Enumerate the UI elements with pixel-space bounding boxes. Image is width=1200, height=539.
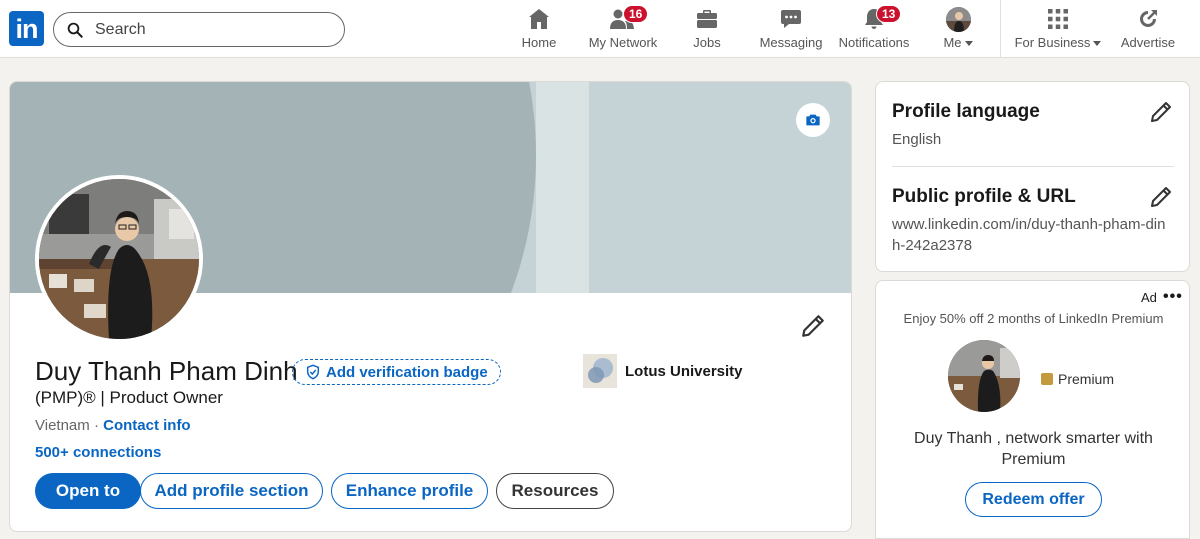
search-icon xyxy=(67,22,83,38)
nav-messaging-label: Messaging xyxy=(759,35,823,50)
public-profile-url[interactable]: www.linkedin.com/in/duy-thanh-pham-dinh-… xyxy=(892,214,1172,256)
profile-headline: (PMP)® | Product Owner xyxy=(35,388,223,407)
contact-info-link[interactable]: Contact info xyxy=(103,417,191,434)
public-profile-title: Public profile & URL xyxy=(892,186,1076,207)
ad-menu-button[interactable]: ••• xyxy=(1163,288,1183,306)
profile-settings-card: Profile language English Public profile … xyxy=(875,81,1190,272)
messaging-icon xyxy=(781,10,801,28)
banner-stripe xyxy=(536,82,589,293)
open-to-button[interactable]: Open to xyxy=(35,473,141,509)
nav-advertise-label: Advertise xyxy=(1120,35,1176,50)
nav-jobs[interactable]: Jobs xyxy=(686,6,728,54)
nav-divider xyxy=(1000,0,1001,57)
search-bar[interactable] xyxy=(53,12,345,47)
camera-icon xyxy=(806,114,820,126)
add-verification-badge-button[interactable]: Add verification badge xyxy=(292,359,501,385)
nav-messaging[interactable]: Messaging xyxy=(757,6,825,54)
profile-location: Vietnam xyxy=(35,417,90,434)
nav-notifications[interactable]: 13 Notifications xyxy=(834,5,914,54)
enhance-profile-button[interactable]: Enhance profile xyxy=(331,473,488,509)
settings-divider xyxy=(892,166,1174,167)
profile-language-value: English xyxy=(892,131,942,148)
profile-location-row: Vietnam · Contact info xyxy=(35,417,191,434)
education-name: Lotus University xyxy=(625,362,743,380)
nav-notifications-label: Notifications xyxy=(838,35,910,50)
profile-photo[interactable] xyxy=(35,175,203,343)
home-icon xyxy=(529,9,549,29)
nav-for-business-label: For Business xyxy=(1014,35,1091,50)
advertise-icon xyxy=(1140,10,1157,27)
edit-url-pencil-icon[interactable] xyxy=(1149,185,1173,209)
redeem-offer-button[interactable]: Redeem offer xyxy=(965,482,1102,517)
chevron-down-icon xyxy=(964,41,973,47)
search-input[interactable] xyxy=(95,19,325,41)
shield-check-icon xyxy=(306,364,320,380)
premium-ad-card: Ad ••• Enjoy 50% off 2 months of LinkedI… xyxy=(875,280,1190,539)
nav-me-label: Me xyxy=(943,35,962,50)
ad-label: Ad xyxy=(1141,290,1157,305)
nav-for-business[interactable]: For Business xyxy=(1011,6,1105,54)
me-avatar xyxy=(945,6,971,32)
university-logo xyxy=(583,354,617,388)
nav-jobs-label: Jobs xyxy=(693,35,721,50)
premium-icon xyxy=(1041,373,1053,385)
edit-banner-button[interactable] xyxy=(796,103,830,137)
resources-button[interactable]: Resources xyxy=(496,473,614,509)
network-badge: 16 xyxy=(623,5,649,23)
premium-label: Premium xyxy=(1058,371,1115,387)
ad-promo-text: Enjoy 50% off 2 months of LinkedIn Premi… xyxy=(903,311,1164,326)
chevron-down-icon xyxy=(1093,41,1102,47)
nav-me[interactable]: Me xyxy=(937,6,979,54)
nav-my-network-label: My Network xyxy=(588,35,658,50)
add-profile-section-button[interactable]: Add profile section xyxy=(140,473,323,509)
ad-profile-photo xyxy=(948,340,1020,412)
education-entry[interactable]: Lotus University xyxy=(583,354,743,388)
briefcase-icon xyxy=(697,10,717,28)
connections-link[interactable]: 500+ connections xyxy=(35,444,161,461)
nav-advertise[interactable]: Advertise xyxy=(1118,6,1178,54)
profile-card: Duy Thanh Pham Dinh Add verification bad… xyxy=(9,81,852,532)
nav-my-network[interactable]: 16 My Network xyxy=(585,5,661,54)
location-separator: · xyxy=(93,417,99,434)
profile-name: Duy Thanh Pham Dinh xyxy=(35,356,298,386)
premium-badge: Premium xyxy=(1041,371,1114,387)
grid-icon xyxy=(1048,9,1068,29)
profile-language-title: Profile language xyxy=(892,101,1040,122)
top-navigation: in Home 16 My Network Jobs Messaging 13 … xyxy=(0,0,1200,58)
nav-home[interactable]: Home xyxy=(516,6,562,54)
linkedin-logo[interactable]: in xyxy=(9,11,44,46)
verification-label: Add verification badge xyxy=(326,363,488,381)
edit-profile-pencil-icon[interactable] xyxy=(800,313,826,339)
ad-message: Duy Thanh , network smarter with Premium xyxy=(914,430,1153,468)
edit-language-pencil-icon[interactable] xyxy=(1149,100,1173,124)
notifications-badge: 13 xyxy=(876,5,902,23)
nav-home-label: Home xyxy=(521,35,557,50)
